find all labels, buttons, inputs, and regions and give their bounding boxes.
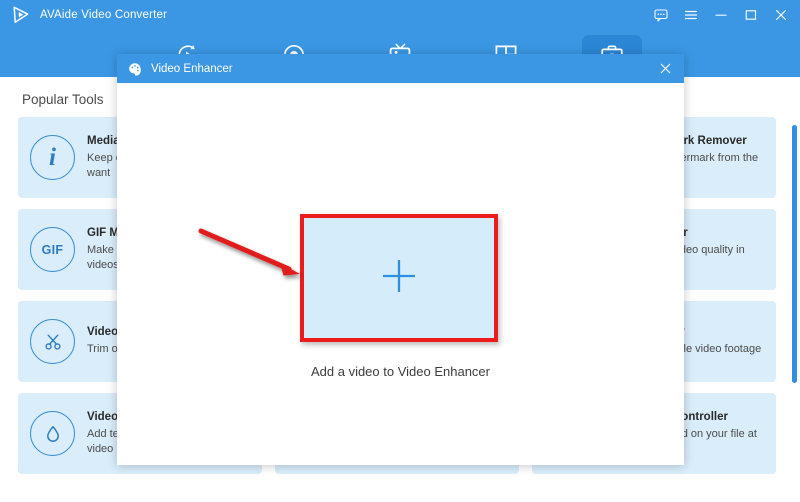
add-video-dropzone[interactable] (300, 214, 498, 342)
dialog-title: Video Enhancer (151, 62, 233, 75)
plus-icon (377, 254, 421, 303)
modal-backdrop: Video Enhancer Add a video to Video Enha… (0, 0, 800, 502)
application-window: AVAide Video Converter Popular Tools i M… (0, 0, 800, 502)
palette-icon (128, 62, 142, 76)
dialog-body: Add a video to Video Enhancer (117, 83, 684, 465)
video-enhancer-dialog: Video Enhancer Add a video to Video Enha… (117, 54, 684, 465)
dialog-close-icon[interactable] (652, 57, 678, 81)
dropzone-label: Add a video to Video Enhancer (310, 364, 490, 379)
dialog-header: Video Enhancer (117, 54, 684, 83)
dialog-title-wrap: Video Enhancer (128, 62, 652, 76)
